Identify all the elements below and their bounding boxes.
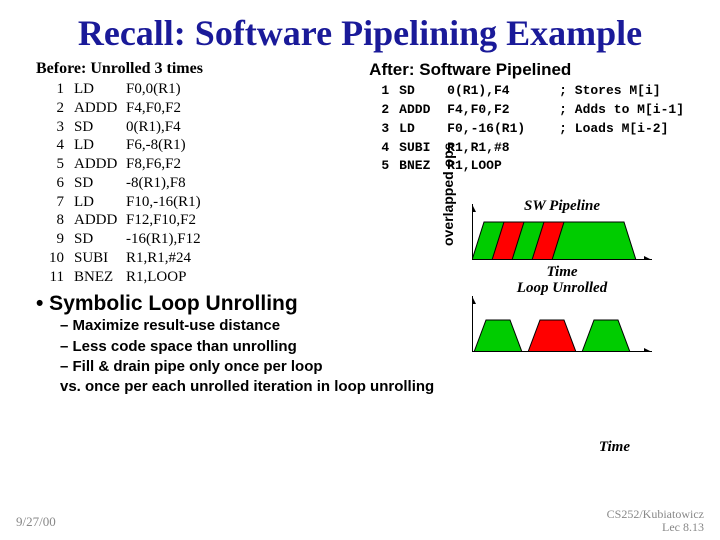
code-row: 4SUBIR1,R1,#8: [369, 139, 684, 158]
chart1-time: Time: [472, 264, 652, 281]
opcode: SD: [74, 174, 126, 193]
operands: -16(R1),F12: [126, 230, 201, 249]
loop-unrolled-svg: [472, 296, 652, 352]
footer-right: CS252/Kubiatowicz Lec 8.13: [607, 508, 704, 534]
opcode: LD: [74, 80, 126, 99]
opcode: ADDD: [74, 155, 126, 174]
operands: F0,-16(R1): [447, 120, 559, 139]
comment: ; Adds to M[i-1]: [559, 101, 684, 120]
slide: Recall: Software Pipelining Example Befo…: [0, 0, 720, 540]
line-num: 1: [36, 80, 74, 99]
opcode: LD: [74, 193, 126, 212]
line-num: 4: [369, 139, 399, 158]
line-num: 5: [369, 157, 399, 176]
operands: R1,R1,#8: [447, 139, 559, 158]
before-code: 1LDF0,0(R1)2ADDDF4,F0,F23SD0(R1),F44LDF6…: [36, 80, 359, 286]
opcode: ADDD: [74, 211, 126, 230]
opcode: LD: [74, 136, 126, 155]
line-num: 8: [36, 211, 74, 230]
operands: F4,F0,F2: [126, 99, 181, 118]
footer-lec: Lec 8.13: [662, 520, 704, 534]
line-num: 5: [36, 155, 74, 174]
code-row: 4LDF6,-8(R1): [36, 136, 359, 155]
line-num: 9: [36, 230, 74, 249]
code-row: 10SUBIR1,R1,#24: [36, 249, 359, 268]
comment: ; Stores M[i]: [559, 82, 660, 101]
chart-ylabel: overlapped ops: [440, 143, 456, 246]
code-row: 11BNEZR1,LOOP: [36, 268, 359, 287]
opcode: ADDD: [74, 99, 126, 118]
chart2-title: Loop Unrolled: [472, 280, 652, 297]
code-row: 1LDF0,0(R1): [36, 80, 359, 99]
operands: F6,-8(R1): [126, 136, 186, 155]
line-num: 11: [36, 268, 74, 287]
code-row: 7LDF10,-16(R1): [36, 193, 359, 212]
line-num: 3: [36, 118, 74, 137]
line-num: 2: [36, 99, 74, 118]
opcode: ADDD: [399, 101, 447, 120]
operands: F10,-16(R1): [126, 193, 201, 212]
opcode: SD: [74, 118, 126, 137]
operands: F0,0(R1): [126, 80, 181, 99]
sw-pipeline-svg: [472, 204, 652, 260]
code-row: 5BNEZR1,LOOP: [369, 157, 684, 176]
opcode: LD: [399, 120, 447, 139]
code-row: 1SD0(R1),F4; Stores M[i]: [369, 82, 684, 101]
time-label-lower: Time: [599, 439, 630, 456]
line-num: 10: [36, 249, 74, 268]
operands: F8,F6,F2: [126, 155, 181, 174]
after-code: 1SD0(R1),F4; Stores M[i]2ADDDF4,F0,F2; A…: [359, 82, 684, 176]
line-num: 7: [36, 193, 74, 212]
code-row: 2ADDDF4,F0,F2: [36, 99, 359, 118]
code-row: 5ADDDF8,F6,F2: [36, 155, 359, 174]
line-num: 1: [369, 82, 399, 101]
operands: 0(R1),F4: [447, 82, 559, 101]
operands: -8(R1),F8: [126, 174, 186, 193]
operands: R1,LOOP: [126, 268, 186, 287]
line-num: 2: [369, 101, 399, 120]
footer-course: CS252/Kubiatowicz: [607, 507, 704, 521]
opcode: SD: [399, 82, 447, 101]
line-num: 6: [36, 174, 74, 193]
line-num: 4: [36, 136, 74, 155]
operands: R1,R1,#24: [126, 249, 191, 268]
chart-area: overlapped ops SW Pipeline Time Loop Unr…: [450, 204, 670, 364]
chart-sw-pipeline: [472, 204, 652, 260]
operands: 0(R1),F4: [126, 118, 181, 137]
line-num: 3: [369, 120, 399, 139]
operands: R1,LOOP: [447, 157, 559, 176]
opcode: SD: [74, 230, 126, 249]
code-row: 6SD-8(R1),F8: [36, 174, 359, 193]
operands: F4,F0,F2: [447, 101, 559, 120]
code-row: 8ADDDF12,F10,F2: [36, 211, 359, 230]
code-row: 3SD0(R1),F4: [36, 118, 359, 137]
before-header: Before: Unrolled 3 times: [36, 60, 359, 78]
operands: F12,F10,F2: [126, 211, 196, 230]
sub-d: vs. once per each unrolled iteration in …: [0, 377, 720, 397]
chart-loop-unrolled: [472, 296, 652, 352]
after-header: After: Software Pipelined: [359, 60, 684, 80]
code-row: 3LDF0,-16(R1); Loads M[i-2]: [369, 120, 684, 139]
before-column: Before: Unrolled 3 times 1LDF0,0(R1)2ADD…: [36, 60, 359, 286]
code-row: 9SD-16(R1),F12: [36, 230, 359, 249]
opcode: SUBI: [74, 249, 126, 268]
footer-date: 9/27/00: [16, 514, 56, 530]
opcode: BNEZ: [74, 268, 126, 287]
code-row: 2ADDDF4,F0,F2; Adds to M[i-1]: [369, 101, 684, 120]
slide-title: Recall: Software Pipelining Example: [0, 0, 720, 60]
comment: ; Loads M[i-2]: [559, 120, 668, 139]
